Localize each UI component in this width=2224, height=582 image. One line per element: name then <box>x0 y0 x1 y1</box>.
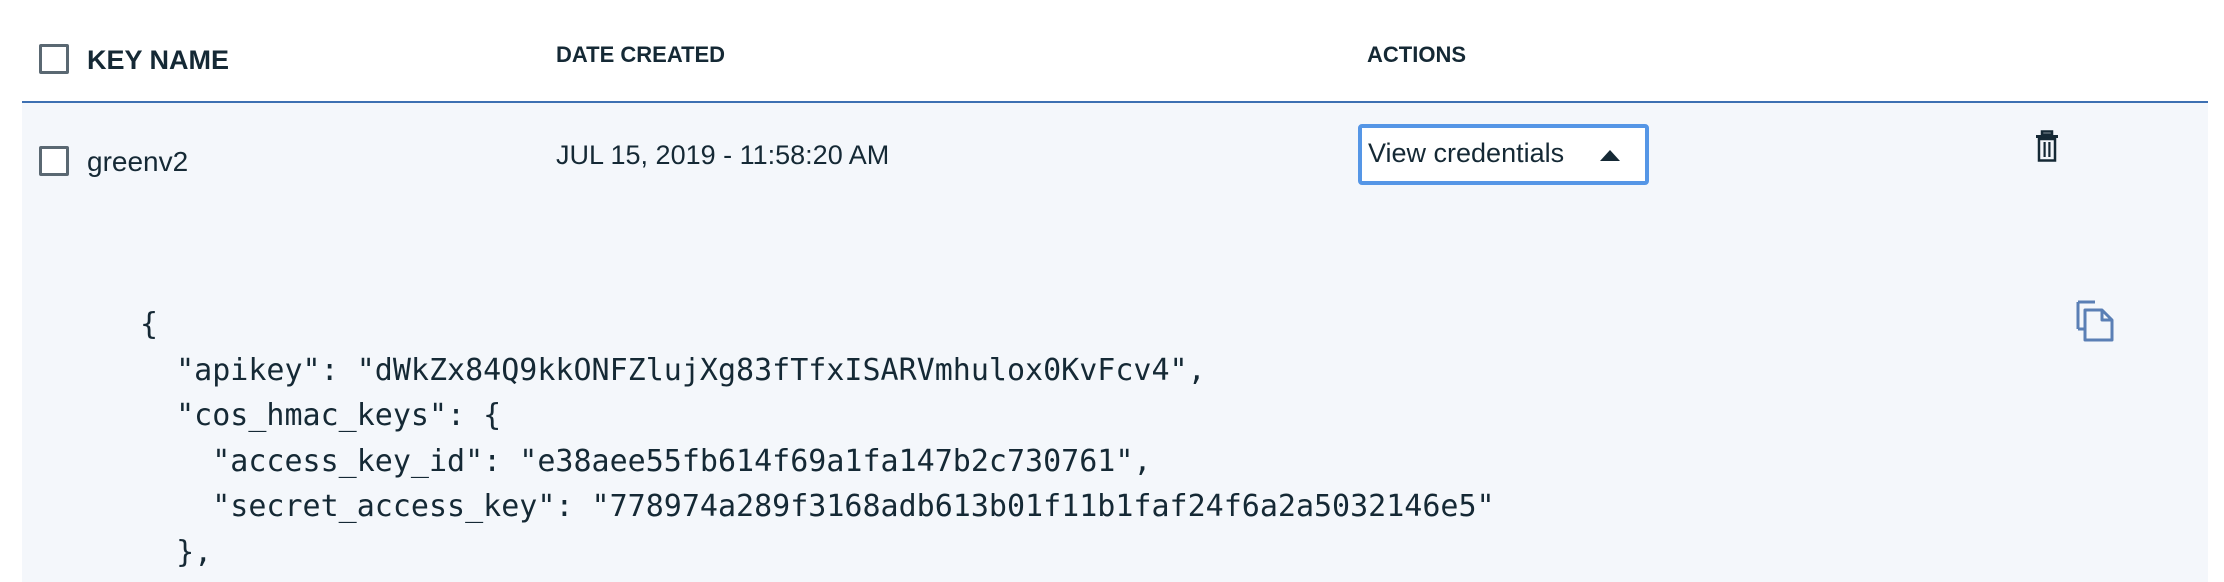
row-gutter <box>0 103 22 582</box>
code-line: "apikey": "dWkZx84Q9kkONFZlujXg83fTfxISA… <box>140 352 1206 388</box>
key-name-cell: greenv2 <box>87 146 189 177</box>
code-line: "secret_access_key": "778974a289f3168adb… <box>140 489 1495 524</box>
code-line: "access_key_id": "e38aee55fb614f69a1fa14… <box>140 443 1152 479</box>
code-line: "cos_hmac_keys": { <box>140 398 502 433</box>
table-header: KEY NAME DATE CREATED ACTIONS <box>0 0 2224 102</box>
select-all-checkbox[interactable] <box>39 44 69 74</box>
view-credentials-label: View credentials <box>1368 138 1565 168</box>
copy-icon[interactable] <box>2075 300 2115 342</box>
column-header-date-created: DATE CREATED <box>556 42 726 67</box>
row-select-checkbox[interactable] <box>39 146 69 176</box>
code-line: }, <box>140 534 213 570</box>
credentials-json: { "apikey": "dWkZx84Q9kkONFZlujXg83fTfxI… <box>140 302 1495 575</box>
code-line: { <box>140 307 159 342</box>
view-credentials-dropdown[interactable]: View credentials <box>1358 124 1649 185</box>
caret-up-icon <box>1600 150 1620 161</box>
column-header-key-name[interactable]: KEY NAME <box>87 45 229 76</box>
trash-icon[interactable] <box>2036 130 2058 162</box>
date-created-cell: JUL 15, 2019 - 11:58:20 AM <box>556 140 890 170</box>
column-header-actions: ACTIONS <box>1367 42 1466 67</box>
